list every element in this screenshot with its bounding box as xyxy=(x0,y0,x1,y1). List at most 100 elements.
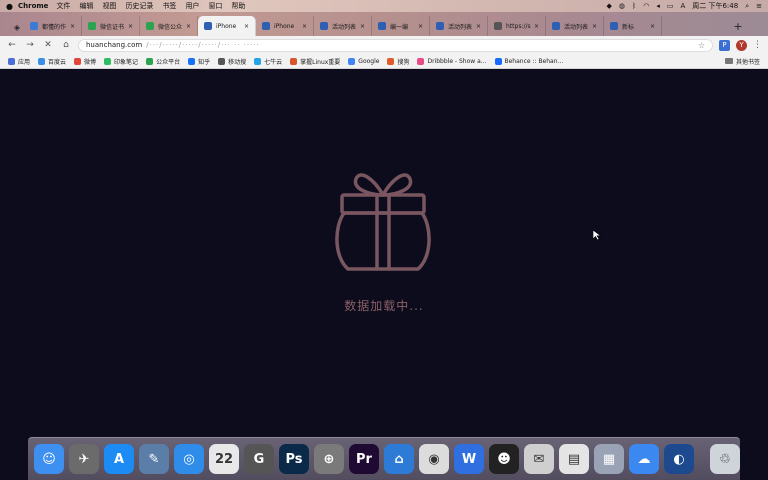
home-icon[interactable]: ⌂ xyxy=(60,40,72,50)
tab-title: 编一编 xyxy=(390,23,409,31)
menu-clock[interactable]: 周二 下午6:48 xyxy=(692,1,738,11)
dock-scanner-icon[interactable]: ⊕ xyxy=(314,444,344,474)
notification-center-icon[interactable]: ≡ xyxy=(756,2,762,10)
dock-trash-icon[interactable]: ♲ xyxy=(710,444,740,474)
tab-3[interactable]: iPhone × xyxy=(198,16,256,36)
search-icon[interactable]: ⌕ xyxy=(745,2,749,11)
dock-grid-app-icon[interactable]: ▦ xyxy=(594,444,624,474)
tab-favicon-icon xyxy=(552,22,560,30)
dock-finder-icon[interactable]: ☺ xyxy=(34,444,64,474)
bookmark-item[interactable]: 百度云 xyxy=(38,57,66,66)
tab-close-icon[interactable]: × xyxy=(186,23,191,30)
bookmark-item[interactable]: 七牛云 xyxy=(254,57,282,66)
bookmark-item[interactable]: 微博 xyxy=(74,57,96,66)
profile-avatar[interactable]: Y xyxy=(736,39,747,51)
dock-app-store-icon[interactable]: A xyxy=(104,444,134,474)
menu-view[interactable]: 视图 xyxy=(102,1,116,11)
wifi-icon[interactable]: ◠ xyxy=(643,2,649,10)
dropbox-icon[interactable]: ◆ xyxy=(607,2,612,10)
tab-5[interactable]: 活动列表 × xyxy=(314,16,372,36)
tab-close-icon[interactable]: × xyxy=(128,23,133,30)
tab-list: 都懂的作 × 微信证书 × 微信公众 × iPhone × iPhone × 活动列表 × 编一编 × 活动… xyxy=(24,16,662,36)
tab-close-icon[interactable]: × xyxy=(70,23,75,30)
bookmark-item[interactable]: 知乎 xyxy=(188,57,210,66)
dock-wps-icon[interactable]: W xyxy=(454,444,484,474)
tab-title: 活动列表 xyxy=(564,23,589,31)
tab-8[interactable]: https://s × xyxy=(488,16,546,36)
bookmark-item[interactable]: 掌握Linux重要 xyxy=(290,57,340,66)
bluetooth-icon[interactable]: ᛒ xyxy=(632,2,636,10)
dock-preview-icon[interactable]: ✎ xyxy=(139,444,169,474)
forward-arrow-icon[interactable]: → xyxy=(24,40,36,50)
tab-close-icon[interactable]: × xyxy=(592,23,597,30)
dock-launchpad-icon[interactable]: ✈ xyxy=(69,444,99,474)
tab-title: 活动列表 xyxy=(332,23,357,31)
menu-app-name[interactable]: Chrome xyxy=(18,2,48,10)
bookmark-star-icon[interactable]: ☆ xyxy=(698,41,705,50)
tab-close-icon[interactable]: × xyxy=(360,23,365,30)
tab-10[interactable]: 新标 × xyxy=(604,16,662,36)
apple-icon[interactable]: ● xyxy=(6,2,14,11)
menu-user[interactable]: 用户 xyxy=(185,1,199,11)
bookmark-item[interactable]: 应用 xyxy=(8,57,30,66)
address-bar[interactable]: huanchang.com /···/·····/·····/·····/···… xyxy=(78,38,713,52)
dock-safari-icon[interactable]: ◎ xyxy=(174,444,204,474)
tab-6[interactable]: 编一编 × xyxy=(372,16,430,36)
dock-chrome-icon[interactable]: ◉ xyxy=(419,444,449,474)
battery-icon[interactable]: ▭ xyxy=(667,2,674,10)
tab-0[interactable]: 都懂的作 × xyxy=(24,16,82,36)
tab-4[interactable]: iPhone × xyxy=(256,16,314,36)
bookmark-label: 公众平台 xyxy=(156,58,181,66)
tab-favicon-icon xyxy=(204,22,212,30)
tab-close-icon[interactable]: × xyxy=(418,23,423,30)
dock-notes-icon[interactable]: ▤ xyxy=(559,444,589,474)
tab-2[interactable]: 微信公众 × xyxy=(140,16,198,36)
bookmark-item[interactable]: 公众平台 xyxy=(146,57,180,66)
menu-history[interactable]: 历史记录 xyxy=(125,1,153,11)
menu-help[interactable]: 帮助 xyxy=(231,1,245,11)
dock-sync-icon[interactable]: G xyxy=(244,444,274,474)
dock-vpn-icon[interactable]: ◐ xyxy=(664,444,694,474)
tab-7[interactable]: 活动列表 × xyxy=(430,16,488,36)
tab-close-icon[interactable]: × xyxy=(650,23,655,30)
bookmark-item[interactable]: 移动搜 xyxy=(218,57,246,66)
bookmark-item[interactable]: 印象笔记 xyxy=(104,57,138,66)
tab-favicon-icon xyxy=(436,22,444,30)
tab-title: 微信公众 xyxy=(158,23,183,31)
dock-premiere-icon[interactable]: Pr xyxy=(349,444,379,474)
bookmark-label: 七牛云 xyxy=(264,58,283,66)
dock-calendar-icon[interactable]: 22 xyxy=(209,444,239,474)
menu-file[interactable]: 文件 xyxy=(56,1,70,11)
wechat-status-icon[interactable]: ◍ xyxy=(619,2,625,10)
new-tab-button[interactable]: + xyxy=(730,16,746,36)
bookmark-item[interactable]: Behance :: Behan... xyxy=(494,57,563,65)
menu-bookmarks[interactable]: 书签 xyxy=(162,1,176,11)
dock-keynote-icon[interactable]: ⌂ xyxy=(384,444,414,474)
menu-dots-icon[interactable]: ⋮ xyxy=(753,40,762,50)
tab-1[interactable]: 微信证书 × xyxy=(82,16,140,36)
bookmark-item[interactable]: Google xyxy=(348,57,379,65)
dock-wechat-icon[interactable]: ✉ xyxy=(524,444,554,474)
volume-icon[interactable]: ◂ xyxy=(656,2,660,10)
bookmark-item[interactable]: Dribbble - Show a... xyxy=(417,57,487,65)
chrome-home-icon[interactable]: ◈ xyxy=(10,18,24,36)
input-method-icon[interactable]: A xyxy=(680,2,685,10)
tab-close-icon[interactable]: × xyxy=(302,23,307,30)
tab-favicon-icon xyxy=(262,22,270,30)
tab-close-icon[interactable]: × xyxy=(534,23,539,30)
dock-photoshop-icon[interactable]: Ps xyxy=(279,444,309,474)
dock-baidu-netdisk-icon[interactable]: ☁ xyxy=(629,444,659,474)
tab-close-icon[interactable]: × xyxy=(244,23,249,30)
other-bookmarks[interactable]: 其他书签 xyxy=(724,57,760,66)
tab-close-icon[interactable]: × xyxy=(476,23,481,30)
bookmark-favicon-icon xyxy=(348,57,356,65)
bookmark-favicon-icon xyxy=(218,57,226,65)
stop-loading-icon[interactable]: ✕ xyxy=(42,40,54,50)
bookmark-item[interactable]: 搜狗 xyxy=(387,57,409,66)
tab-9[interactable]: 活动列表 × xyxy=(546,16,604,36)
dock-qq-icon[interactable]: ☻ xyxy=(489,444,519,474)
menu-window[interactable]: 窗口 xyxy=(208,1,222,11)
extension-icon[interactable]: P xyxy=(719,39,730,51)
back-arrow-icon[interactable]: ← xyxy=(6,40,18,50)
menu-edit[interactable]: 编辑 xyxy=(79,1,93,11)
